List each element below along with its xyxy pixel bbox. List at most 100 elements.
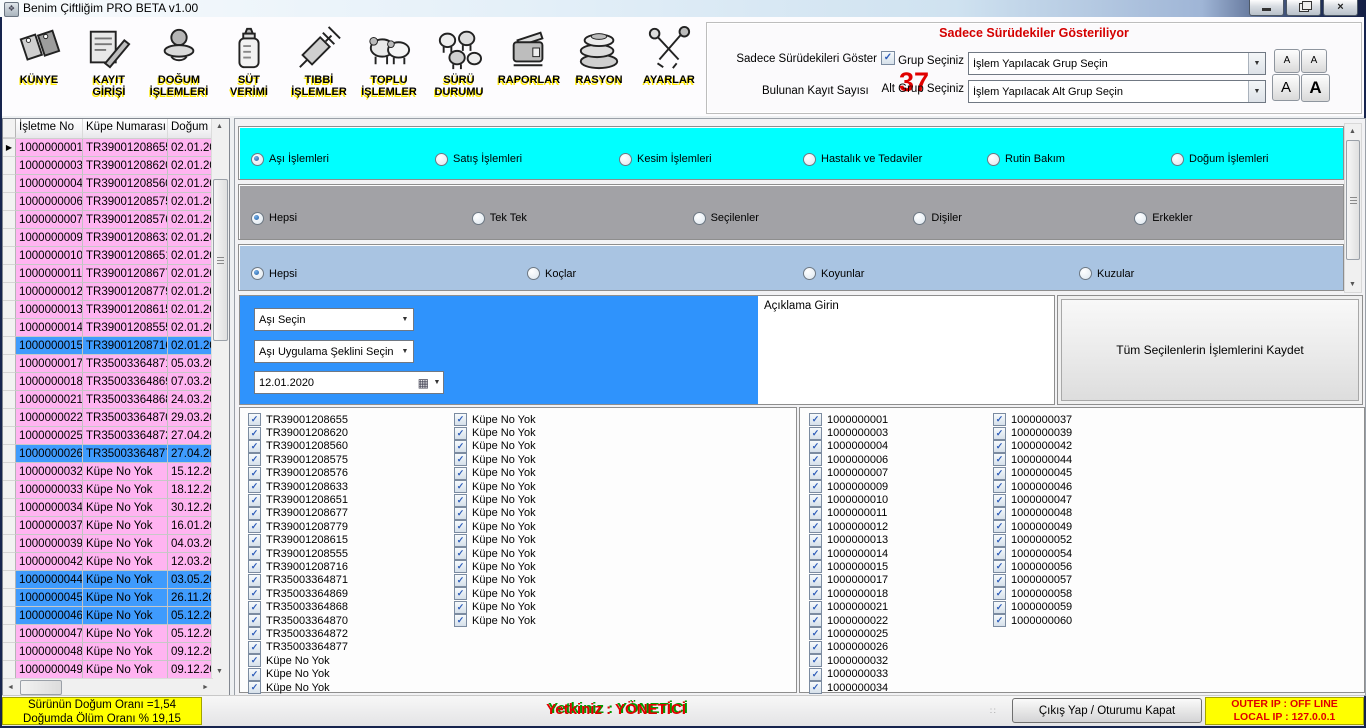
checkbox-checked-icon[interactable]: ✓ (993, 614, 1006, 627)
date-picker[interactable]: 12.01.2020 ▦ ▼ (254, 371, 444, 394)
chevron-down-icon[interactable]: ▼ (1248, 81, 1265, 102)
checklist-item[interactable]: ✓TR39001208716 (248, 560, 348, 573)
checklist-item[interactable]: ✓1000000037 (993, 413, 1072, 426)
checklist-item[interactable]: ✓1000000049 (993, 520, 1072, 533)
checklist-item[interactable]: ✓1000000004 (809, 440, 888, 453)
radio-icon[interactable] (803, 267, 816, 280)
table-row[interactable]: 1000000032Küpe No Yok15.12.20 (3, 463, 229, 481)
checkbox-checked-icon[interactable]: ✓ (454, 520, 467, 533)
row-selector[interactable] (3, 445, 16, 463)
checklist-item[interactable]: ✓1000000045 (993, 467, 1072, 480)
radio-mode-erkekler[interactable]: Erkekler (1122, 212, 1343, 225)
checklist-item[interactable]: ✓1000000048 (993, 507, 1072, 520)
checkbox-checked-icon[interactable]: ✓ (993, 427, 1006, 440)
checkbox-checked-icon[interactable]: ✓ (248, 480, 261, 493)
radio-operation-doğum-i̇şlemleri[interactable]: Doğum İşlemleri (1159, 153, 1343, 166)
checkbox-checked-icon[interactable]: ✓ (993, 494, 1006, 507)
row-selector[interactable] (3, 661, 16, 679)
checkbox-checked-icon[interactable]: ✓ (454, 547, 467, 560)
table-row[interactable]: 1000000048Küpe No Yok09.12.20 (3, 643, 229, 661)
current-row-marker[interactable]: ▶ (3, 139, 16, 157)
checklist-item[interactable]: ✓1000000057 (993, 574, 1072, 587)
font-size-large-button[interactable]: A (1272, 74, 1300, 101)
application-method-select[interactable]: Aşı Uygulama Şeklini Seçin ▼ (254, 340, 414, 363)
checklist-item[interactable]: ✓Küpe No Yok (454, 614, 536, 627)
checkbox-checked-icon[interactable]: ✓ (809, 641, 822, 654)
checkbox-checked-icon[interactable]: ✓ (809, 467, 822, 480)
radio-icon[interactable] (619, 153, 632, 166)
table-row[interactable]: 1000000004TR3900120856002.01.20 (3, 175, 229, 193)
toolbar-item-kunye[interactable]: KÜNYE (4, 17, 74, 116)
checklist-item[interactable]: ✓1000000014 (809, 547, 888, 560)
radio-icon[interactable] (472, 212, 485, 225)
radio-operation-aşı-i̇şlemleri[interactable]: Aşı İşlemleri (239, 153, 423, 166)
checkbox-checked-icon[interactable]: ✓ (993, 507, 1006, 520)
column-header-isletme-no[interactable]: İşletme No (16, 119, 83, 138)
checklist-item[interactable]: ✓1000000011 (809, 507, 888, 520)
checklist-item[interactable]: ✓1000000034 (809, 681, 888, 694)
table-row[interactable]: 1000000044Küpe No Yok03.05.20 (3, 571, 229, 589)
checkbox-checked-icon[interactable]: ✓ (809, 614, 822, 627)
table-row[interactable]: 1000000012TR3900120877902.01.20 (3, 283, 229, 301)
row-selector[interactable] (3, 517, 16, 535)
checklist-item[interactable]: ✓TR35003364870 (248, 614, 348, 627)
checkbox-checked-icon[interactable]: ✓ (993, 480, 1006, 493)
radio-icon[interactable] (527, 267, 540, 280)
table-row[interactable]: 1000000011TR3900120867702.01.20 (3, 265, 229, 283)
checkbox-checked-icon[interactable]: ✓ (454, 560, 467, 573)
checklist-item[interactable]: ✓1000000054 (993, 547, 1072, 560)
scrollbar-thumb[interactable] (20, 680, 62, 695)
rows-vertical-scrollbar[interactable]: ▲ ▼ (1344, 123, 1362, 293)
checklist-item[interactable]: ✓TR35003364872 (248, 627, 348, 640)
save-all-selected-button[interactable]: Tüm Seçilenlerin İşlemlerini Kaydet (1061, 299, 1359, 401)
checkbox-checked-icon[interactable]: ✓ (248, 601, 261, 614)
checklist-item[interactable]: ✓TR39001208575 (248, 453, 348, 466)
checkbox-checked-icon[interactable]: ✓ (454, 574, 467, 587)
radio-animal-type-hepsi[interactable]: Hepsi (239, 267, 515, 280)
checkbox-checked-icon[interactable]: ✓ (993, 534, 1006, 547)
checklist-item[interactable]: ✓TR35003364869 (248, 587, 348, 600)
checkbox-checked-icon[interactable]: ✓ (454, 587, 467, 600)
close-button[interactable]: × (1323, 0, 1358, 16)
table-row[interactable]: 1000000042Küpe No Yok12.03.20 (3, 553, 229, 571)
table-row[interactable]: 1000000013TR3900120861502.01.20 (3, 301, 229, 319)
checklist-item[interactable]: ✓1000000042 (993, 440, 1072, 453)
toolbar-item-dogum-islemleri[interactable]: DOĞUM İŞLEMLERİ (144, 17, 214, 116)
table-row[interactable]: 1000000039Küpe No Yok04.03.20 (3, 535, 229, 553)
checklist-item[interactable]: ✓1000000006 (809, 453, 888, 466)
checkbox-checked-icon[interactable]: ✓ (809, 494, 822, 507)
restore-button[interactable] (1286, 0, 1321, 16)
checkbox-checked-icon[interactable]: ✓ (248, 534, 261, 547)
checkbox-checked-icon[interactable]: ✓ (248, 641, 261, 654)
checklist-item[interactable]: ✓1000000033 (809, 667, 888, 680)
scroll-right-icon[interactable]: ► (198, 680, 213, 695)
checklist-item[interactable]: ✓TR39001208615 (248, 534, 348, 547)
font-size-bold-button[interactable]: A (1301, 74, 1330, 102)
checkbox-checked-icon[interactable]: ✓ (454, 427, 467, 440)
row-selector[interactable] (3, 589, 16, 607)
checkbox-checked-icon[interactable]: ✓ (248, 574, 261, 587)
checklist-item[interactable]: ✓1000000013 (809, 534, 888, 547)
checklist-item[interactable]: ✓1000000039 (993, 426, 1072, 439)
checklist-item[interactable]: ✓TR39001208620 (248, 426, 348, 439)
checklist-item[interactable]: ✓Küpe No Yok (454, 440, 536, 453)
table-row[interactable]: 1000000025TR3500336487227.04.20 (3, 427, 229, 445)
font-size-small-button-1[interactable]: A (1274, 49, 1300, 73)
checklist-item[interactable]: ✓1000000010 (809, 493, 888, 506)
row-selector[interactable] (3, 193, 16, 211)
vaccine-select[interactable]: Aşı Seçin ▼ (254, 308, 414, 331)
checklist-item[interactable]: ✓1000000026 (809, 641, 888, 654)
checkbox-checked-icon[interactable]: ✓ (809, 547, 822, 560)
checkbox-checked-icon[interactable]: ✓ (454, 440, 467, 453)
checklist-item[interactable]: ✓TR39001208655 (248, 413, 348, 426)
checklist-item[interactable]: ✓TR39001208633 (248, 480, 348, 493)
scroll-left-icon[interactable]: ◄ (3, 680, 18, 695)
row-selector[interactable] (3, 373, 16, 391)
checklist-item[interactable]: ✓Küpe No Yok (454, 574, 536, 587)
chevron-down-icon[interactable]: ▼ (431, 379, 443, 386)
checkbox-checked-icon[interactable]: ✓ (454, 480, 467, 493)
checklist-item[interactable]: ✓1000000009 (809, 480, 888, 493)
checkbox-checked-icon[interactable]: ✓ (248, 627, 261, 640)
row-selector[interactable] (3, 229, 16, 247)
logout-button[interactable]: Çıkış Yap / Oturumu Kapat (1012, 698, 1202, 723)
